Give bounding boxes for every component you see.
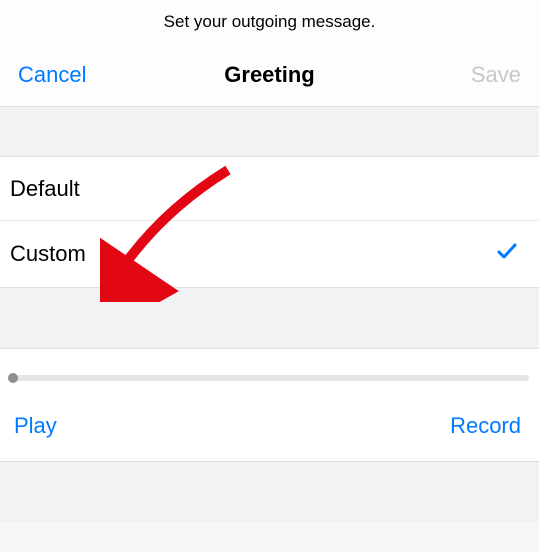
greeting-options-list: Default Custom <box>0 157 539 287</box>
progress-thumb[interactable] <box>8 373 18 383</box>
option-custom[interactable]: Custom <box>0 221 539 287</box>
action-row: Play Record <box>0 391 539 462</box>
record-button[interactable]: Record <box>450 413 521 439</box>
option-custom-label: Custom <box>10 241 495 267</box>
play-button[interactable]: Play <box>14 413 57 439</box>
option-default-label: Default <box>10 176 519 202</box>
option-default[interactable]: Default <box>0 157 539 221</box>
checkmark-icon <box>495 239 519 269</box>
section-spacer <box>0 287 539 349</box>
section-spacer <box>0 462 539 522</box>
progress-track[interactable] <box>10 375 529 381</box>
page-title: Greeting <box>186 62 354 88</box>
navigation-bar: Cancel Greeting Save <box>0 50 539 107</box>
cancel-button[interactable]: Cancel <box>18 62 186 88</box>
section-spacer <box>0 107 539 157</box>
save-button: Save <box>353 62 521 88</box>
instruction-text: Set your outgoing message. <box>0 0 539 50</box>
playback-progress <box>0 349 539 391</box>
